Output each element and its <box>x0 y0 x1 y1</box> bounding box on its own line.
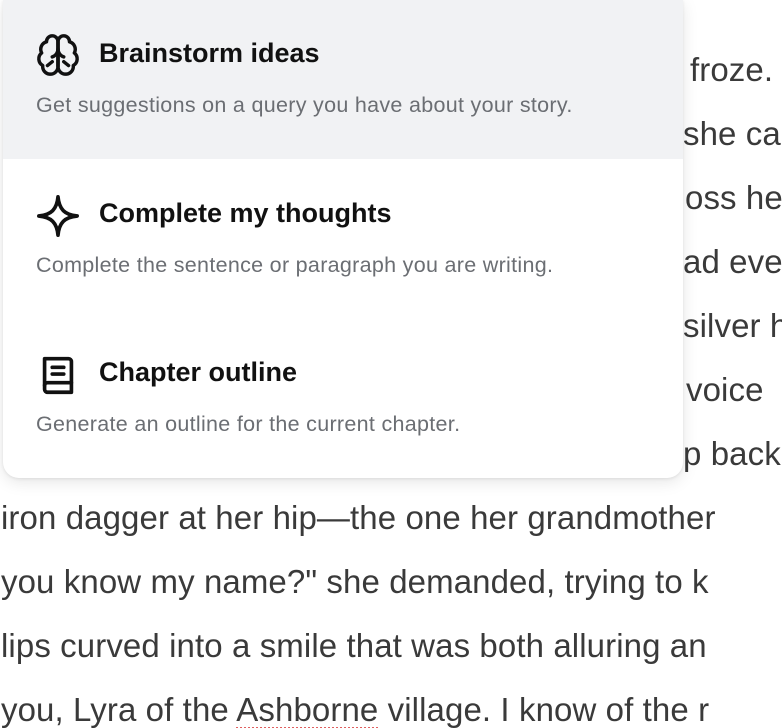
menu-item-chapter-outline[interactable]: Chapter outline Generate an outline for … <box>3 318 683 477</box>
editor-line: oss he <box>685 179 782 216</box>
editor-line: you know my name?" she demanded, trying … <box>1 563 709 600</box>
misspelled-word[interactable]: Ashborne <box>236 691 378 728</box>
menu-item-title: Chapter outline <box>99 357 298 387</box>
menu-item-description: Get suggestions on a query you have abou… <box>36 93 573 117</box>
editor-line: lips curved into a smile that was both a… <box>1 627 707 664</box>
menu-item-description: Generate an outline for the current chap… <box>36 412 461 436</box>
editor-line: iron dagger at her hip—the one her grand… <box>1 499 716 536</box>
menu-item-description: Complete the sentence or paragraph you a… <box>36 253 554 277</box>
editor-line: she ca <box>683 115 781 152</box>
editor-text: you, Lyra of the <box>1 691 237 728</box>
editor-line: ad eve <box>683 243 782 280</box>
editor-line: p back <box>683 435 781 472</box>
sparkle-icon <box>35 193 81 239</box>
menu-item-title: Brainstorm ideas <box>99 38 320 68</box>
editor-line: silver h <box>683 307 782 344</box>
ai-assist-menu: Brainstorm ideas Get suggestions on a qu… <box>3 0 683 478</box>
editor-line: froze. <box>690 51 774 88</box>
menu-item-brainstorm-ideas[interactable]: Brainstorm ideas Get suggestions on a qu… <box>3 0 683 159</box>
editor-text: village. I know of the r <box>378 691 710 728</box>
brain-icon <box>35 32 81 78</box>
editor-line: voice <box>686 371 764 408</box>
menu-item-title: Complete my thoughts <box>99 198 392 228</box>
editor-line: you, Lyra of the Ashborne village. I kno… <box>1 690 709 728</box>
book-icon <box>35 352 81 398</box>
menu-item-complete-my-thoughts[interactable]: Complete my thoughts Complete the senten… <box>3 159 683 318</box>
